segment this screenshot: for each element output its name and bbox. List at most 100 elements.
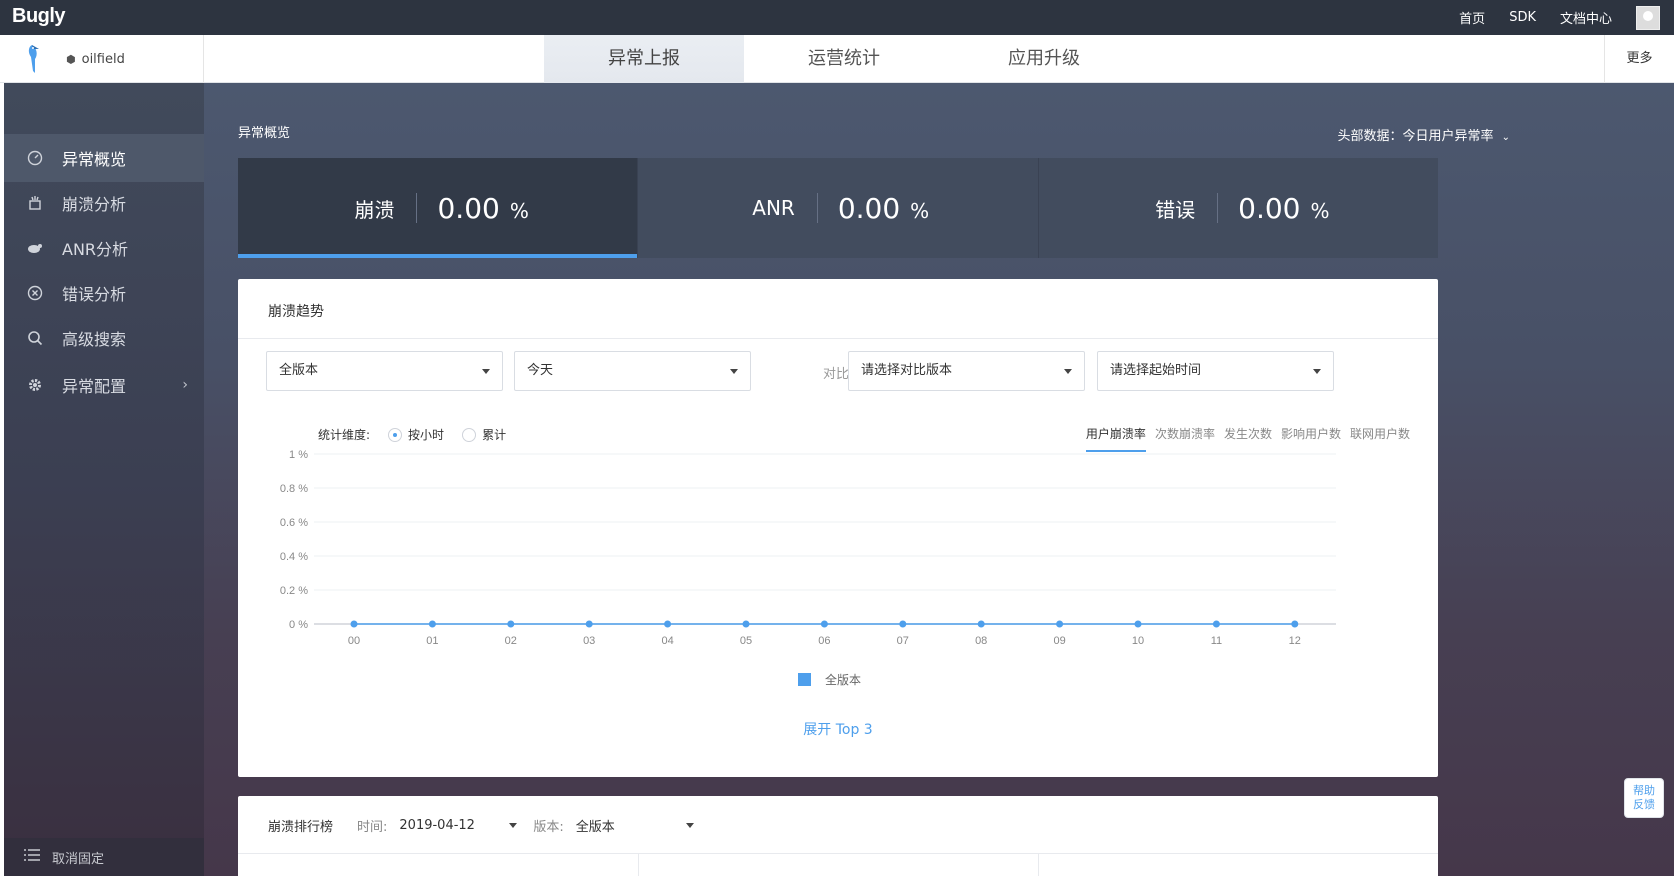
stat-value: 0.00 [437,191,500,225]
stat-value: 0.00 [1238,191,1301,225]
unpin-label: 取消固定 [52,851,105,867]
head-data-dropdown[interactable]: 头部数据：今日用户异常率 ⌄ [1337,125,1510,144]
stat-label: 错误 [1155,197,1196,222]
data-point [507,620,515,628]
unpin-sidebar-button[interactable]: 取消固定 [4,838,204,876]
app-name: oilfield [81,51,125,67]
x-tick-label: 03 [583,635,595,647]
data-point [664,620,672,628]
data-point [350,620,358,628]
x-tick-label: 04 [661,635,673,647]
x-tick-label: 09 [1053,635,1065,647]
crash-trend-card: 崩溃趋势 全版本 今天 对比 请选择对比版本 请选择起始时间 统计维度: 按小时… [238,279,1438,777]
sidebar-item-search[interactable]: 高级搜索 [4,314,204,362]
chevron-down-icon: ⌄ [1501,132,1510,143]
sidebar-item-config[interactable]: 异常配置 › [4,361,204,409]
chart-legend[interactable]: 全版本 [798,671,861,688]
expand-top3-link[interactable]: 展开 Top 3 [238,719,1438,739]
sidebar-item-label: 崩溃分析 [62,195,127,214]
x-tick-label: 08 [975,635,987,647]
tab-app-upgrade[interactable]: 应用升级 [944,35,1144,83]
main-content: 异常概览 头部数据：今日用户异常率 ⌄ 崩溃 0.00 % ANR 0.00 %… [204,83,1674,876]
sidebar-item-label: 高级搜索 [62,330,127,349]
caret-down-icon [509,823,518,828]
time-dropdown[interactable]: 2019-04-12 [399,818,518,833]
x-tick-label: 02 [505,635,517,647]
y-tick-label: 0.8 % [280,483,308,495]
avatar[interactable] [1636,6,1660,30]
docs-link[interactable]: 文档中心 [1560,8,1612,27]
time-label: 时间: [357,820,388,835]
time-value: 2019-04-12 [399,818,475,833]
top-links: 首页 SDK 文档中心 [1459,0,1612,35]
stat-unit: % [1310,199,1330,223]
stat-unit: % [509,199,529,223]
chevron-right-icon: › [182,377,188,393]
sidebar-item-crash[interactable]: 崩溃分析 [4,179,204,227]
ranking-header: 崩溃排行榜 时间: 2019-04-12 版本: 全版本 [268,816,694,835]
data-point [585,620,593,628]
x-tick-label: 01 [426,635,438,647]
y-tick-label: 0.4 % [280,551,308,563]
bugly-logo[interactable]: Bugly [12,5,66,28]
nav-bar: ⬢ oilfield 异常上报 运营统计 应用升级 更多 [0,35,1674,83]
sdk-link[interactable]: SDK [1509,10,1536,25]
sidebar-item-anr[interactable]: ANR分析 [4,224,204,272]
data-point [428,620,436,628]
app-selector[interactable]: ⬢ oilfield [4,35,204,83]
data-point [1212,620,1220,628]
list-icon [24,848,40,866]
data-point [742,620,750,628]
data-point [820,620,828,628]
error-icon [26,284,44,302]
stat-unit: % [910,199,930,223]
x-tick-label: 10 [1132,635,1144,647]
divider [238,853,1438,854]
stat-label: 崩溃 [354,197,395,222]
sidebar-item-label: ANR分析 [62,240,129,259]
main-tabs: 异常上报 运营统计 应用升级 [544,35,1144,83]
dashboard-icon [26,149,44,167]
stat-error[interactable]: 错误 0.00 % [1037,158,1438,258]
stat-crash[interactable]: 崩溃 0.00 % [238,158,638,258]
x-tick-label: 00 [348,635,360,647]
legend-swatch [798,673,811,686]
sidebar-item-overview[interactable]: 异常概览 [4,134,204,182]
data-point [899,620,907,628]
version-dropdown[interactable]: 全版本 [576,816,694,835]
divider [638,853,639,876]
anr-icon [26,239,44,257]
tab-operation-stats[interactable]: 运营统计 [744,35,944,83]
stat-label: ANR [752,196,795,220]
sidebar-item-label: 异常概览 [62,150,127,169]
more-menu[interactable]: 更多 [1604,35,1674,83]
caret-down-icon [685,823,694,828]
legend-label: 全版本 [825,673,862,687]
section-title: 异常概览 [238,126,291,141]
stat-anr[interactable]: ANR 0.00 % [637,158,1038,258]
data-point [1056,620,1064,628]
data-point [1291,620,1299,628]
help-feedback-button[interactable]: 帮助 反馈 [1624,778,1664,818]
android-icon: ⬢ [66,52,76,66]
sidebar: 异常概览 崩溃分析 ANR分析 错误分析 高级搜索 异常配置 › 取消固定 [4,83,204,876]
feedback-label: 反馈 [1633,798,1655,811]
x-tick-label: 11 [1211,635,1222,647]
y-tick-label: 1 % [289,449,308,461]
gear-icon [26,376,44,394]
x-tick-label: 12 [1289,635,1301,647]
version-label: 版本: [533,820,564,835]
data-point [977,620,985,628]
ranking-title: 崩溃排行榜 [268,820,334,835]
x-tick-label: 07 [897,635,909,647]
search-icon [26,329,44,347]
top-bar: Bugly 首页 SDK 文档中心 [0,0,1674,35]
y-tick-label: 0.2 % [280,585,308,597]
sidebar-item-error[interactable]: 错误分析 [4,269,204,317]
bird-logo-icon [28,45,39,73]
home-link[interactable]: 首页 [1459,8,1485,27]
stats-row: 崩溃 0.00 % ANR 0.00 % 错误 0.00 % [238,158,1438,258]
tab-exception-report[interactable]: 异常上报 [544,35,744,83]
y-tick-label: 0.6 % [280,517,308,529]
x-tick-label: 05 [740,635,752,647]
